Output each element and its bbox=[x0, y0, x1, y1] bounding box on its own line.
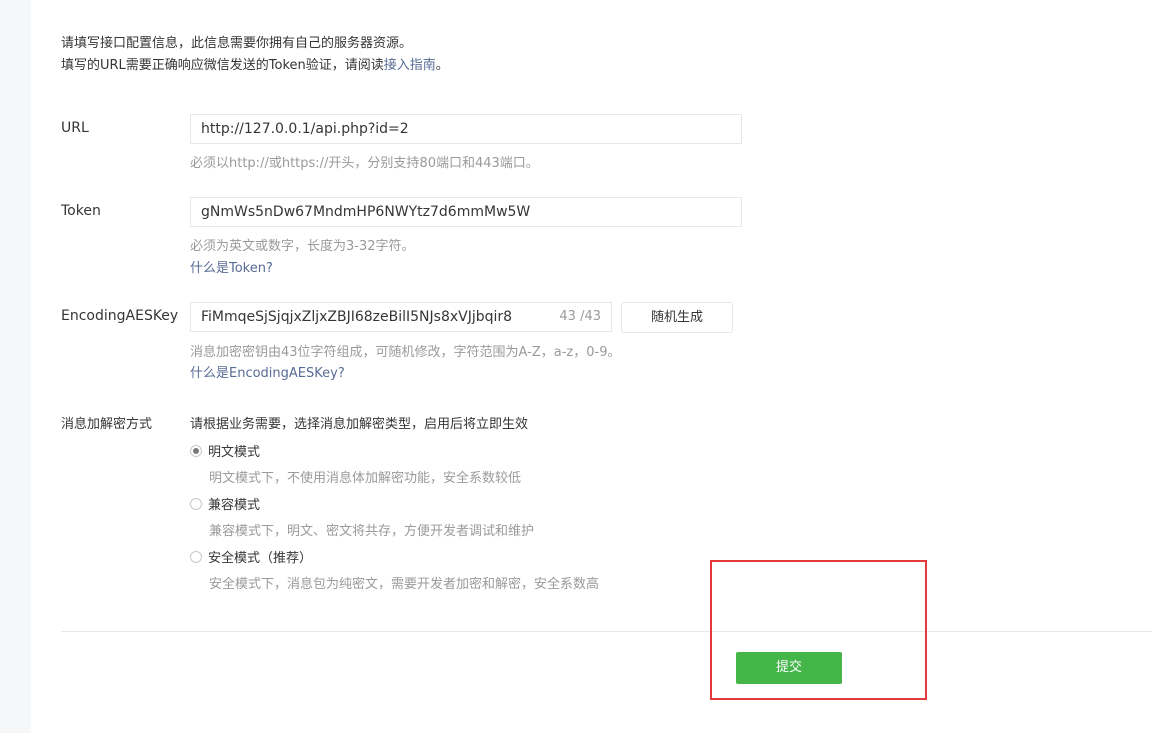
radio-plaintext-mode[interactable]: 明文模式 bbox=[190, 441, 260, 460]
url-label: URL bbox=[61, 120, 89, 136]
highlight-box bbox=[710, 560, 927, 700]
intro-line-2-suffix: 。 bbox=[435, 58, 449, 73]
access-guide-link[interactable]: 接入指南 bbox=[384, 58, 436, 73]
intro-line-1: 请填写接口配置信息，此信息需要你拥有自己的服务器资源。 bbox=[61, 36, 413, 51]
what-is-aes-link[interactable]: 什么是EncodingAESKey? bbox=[190, 362, 345, 381]
radio-unchecked-icon bbox=[190, 497, 202, 510]
what-is-token-link[interactable]: 什么是Token? bbox=[190, 257, 273, 276]
left-gutter bbox=[0, 0, 31, 733]
token-input[interactable]: gNmWs5nDw67MndmHP6NWYtz7d6mmMw5W bbox=[190, 197, 742, 227]
aes-char-counter: 43 /43 bbox=[559, 309, 601, 324]
radio-compatible-desc: 兼容模式下，明文、密文将共存，方便开发者调试和维护 bbox=[209, 524, 535, 539]
radio-compatible-label: 兼容模式 bbox=[208, 498, 261, 513]
radio-plaintext-desc: 明文模式下，不使用消息体加解密功能，安全系数较低 bbox=[209, 471, 522, 486]
radio-plaintext-label: 明文模式 bbox=[208, 445, 261, 460]
token-tip: 必须为英文或数字，长度为3-32字符。 bbox=[190, 239, 415, 254]
encryption-mode-label: 消息加解密方式 bbox=[61, 417, 153, 432]
radio-unchecked-icon bbox=[190, 550, 202, 563]
footer-divider bbox=[61, 631, 1152, 632]
intro-line-2: 填写的URL需要正确响应微信发送的Token验证，请阅读接入指南。 bbox=[61, 54, 449, 73]
radio-secure-mode[interactable]: 安全模式（推荐） bbox=[190, 547, 312, 566]
token-label: Token bbox=[61, 203, 101, 219]
radio-secure-label: 安全模式（推荐） bbox=[208, 551, 313, 566]
aes-tip: 消息加密密钥由43位字符组成，可随机修改，字符范围为A-Z，a-z，0-9。 bbox=[190, 345, 621, 360]
aes-label: EncodingAESKey bbox=[61, 308, 179, 324]
radio-checked-icon bbox=[190, 444, 202, 457]
encryption-intro: 请根据业务需要，选择消息加解密类型，启用后将立即生效 bbox=[190, 417, 529, 432]
aes-input[interactable]: FiMmqeSjSjqjxZljxZBJI68zeBilI5NJs8xVJjbq… bbox=[190, 302, 612, 332]
intro-line-2-prefix: 填写的URL需要正确响应微信发送的Token验证，请阅读 bbox=[61, 58, 384, 73]
radio-compatible-mode[interactable]: 兼容模式 bbox=[190, 494, 260, 513]
url-tip: 必须以http://或https://开头，分别支持80端口和443端口。 bbox=[190, 156, 539, 171]
aes-input-value: FiMmqeSjSjqjxZljxZBJI68zeBilI5NJs8xVJjbq… bbox=[201, 309, 513, 325]
radio-secure-desc: 安全模式下，消息包为纯密文，需要开发者加密和解密，安全系数高 bbox=[209, 577, 600, 592]
url-input[interactable]: http://127.0.0.1/api.php?id=2 bbox=[190, 114, 742, 144]
random-generate-button[interactable]: 随机生成 bbox=[621, 302, 733, 333]
